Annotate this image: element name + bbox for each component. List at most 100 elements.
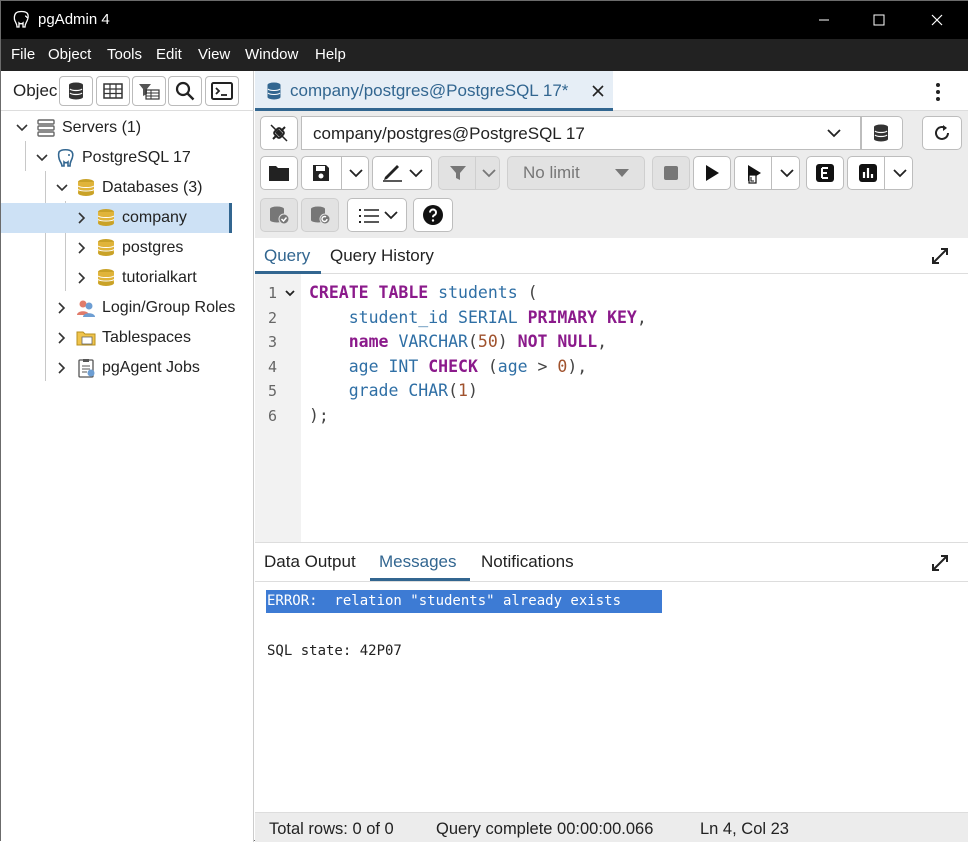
query-toolbar: company/postgres@PostgreSQL 17 No limit	[255, 111, 968, 238]
caret-down-icon	[615, 169, 629, 177]
help-icon	[423, 205, 443, 225]
tab-query-history[interactable]: Query History	[330, 246, 434, 266]
chevron-down-icon	[780, 169, 794, 178]
filtered-rows-button[interactable]	[132, 76, 166, 106]
tree-node-label: PostgreSQL 17	[82, 149, 191, 166]
help-button[interactable]	[413, 198, 453, 232]
fold-chevron-icon[interactable]	[285, 290, 295, 298]
bar-chart-icon	[859, 164, 877, 182]
chevron-down-icon	[384, 211, 398, 220]
code-line: grade CHAR(1)	[348, 381, 478, 400]
pgadmin-window: pgAdmin 4 File Object Tools Edit View Wi…	[0, 0, 968, 842]
search-objects-button[interactable]	[168, 76, 202, 106]
tree-node-label: company	[122, 209, 187, 226]
chevron-right-icon	[58, 302, 66, 314]
open-file-button[interactable]	[260, 156, 298, 190]
menu-bar: File Object Tools Edit View Window Help	[1, 39, 968, 71]
line-number: 1	[267, 284, 277, 302]
refresh-connection-button[interactable]	[922, 116, 962, 150]
chevron-right-icon	[58, 362, 66, 374]
sql-editor[interactable]: 1 2 3 4 5 6 CREATE TABLE students ( stud…	[255, 274, 968, 542]
commit-button[interactable]	[260, 198, 298, 232]
rollback-button[interactable]	[301, 198, 339, 232]
database-commit-icon	[270, 206, 290, 225]
postgresql-elephant-icon	[57, 148, 74, 167]
row-limit-value: No limit	[523, 163, 580, 182]
tree-node-servers[interactable]: Servers (1)	[1, 113, 232, 143]
filter-button[interactable]	[438, 156, 500, 190]
query-tool-tab[interactable]: company/postgres@PostgreSQL 17*	[255, 71, 613, 111]
tree-node-label: pgAgent Jobs	[102, 359, 200, 376]
tree-node-label: Login/Group Roles	[102, 299, 236, 316]
menu-tools[interactable]: Tools	[107, 46, 142, 63]
filter-icon	[450, 166, 466, 180]
stop-button[interactable]	[652, 156, 690, 190]
filter-table-icon	[139, 84, 160, 100]
explain-icon	[816, 164, 834, 182]
close-tab-icon[interactable]	[592, 85, 604, 97]
pencil-icon	[383, 165, 402, 182]
object-explorer: Objec Servers (1) PostgreSQL 17 Database…	[1, 71, 254, 842]
row-limit-select[interactable]: No limit	[507, 156, 645, 190]
tab-data-output[interactable]: Data Output	[264, 552, 356, 572]
status-cursor-position: Ln 4, Col 23	[700, 820, 789, 838]
connection-select[interactable]: company/postgres@PostgreSQL 17	[301, 116, 863, 150]
explain-analyze-button[interactable]	[847, 156, 913, 190]
menu-help[interactable]: Help	[315, 46, 346, 63]
status-query-time: Query complete 00:00:00.066	[436, 820, 654, 838]
view-data-button[interactable]	[96, 76, 130, 106]
macros-button[interactable]	[347, 198, 407, 232]
sql-state-message[interactable]: SQL state: 42P07	[267, 643, 402, 659]
disconnected-plug-icon	[270, 124, 288, 142]
connection-status-button[interactable]	[260, 116, 298, 150]
psql-tool-button[interactable]	[205, 76, 239, 106]
connection-select-value: company/postgres@PostgreSQL 17	[313, 124, 585, 143]
execute-button[interactable]	[693, 156, 731, 190]
menu-edit[interactable]: Edit	[156, 46, 182, 63]
maximize-button[interactable]	[856, 1, 902, 39]
menu-window[interactable]: Window	[245, 46, 298, 63]
chevron-right-icon	[78, 242, 86, 254]
close-window-button[interactable]	[914, 1, 960, 39]
execute-options-button[interactable]	[734, 156, 800, 190]
chevron-down-icon	[409, 169, 423, 178]
explain-button[interactable]	[806, 156, 844, 190]
query-tool-button[interactable]	[59, 76, 93, 106]
maximize-panel-icon[interactable]	[931, 247, 949, 265]
maximize-panel-icon[interactable]	[931, 554, 949, 572]
divider	[884, 157, 885, 189]
menu-view[interactable]: View	[198, 46, 230, 63]
tree-node-postgres[interactable]: postgres	[1, 233, 232, 263]
minimize-button[interactable]	[801, 1, 847, 39]
menu-file[interactable]: File	[11, 46, 35, 63]
tree-node-login-group-roles[interactable]: Login/Group Roles	[1, 293, 254, 323]
tree-node-company[interactable]: company	[1, 203, 232, 233]
messages-panel[interactable]: ERROR: relation "students" already exist…	[255, 582, 968, 812]
tree-node-databases[interactable]: Databases (3)	[1, 173, 232, 203]
code-line: CREATE TABLE students (	[309, 283, 538, 302]
servers-icon	[37, 119, 55, 137]
tree-node-label: postgres	[122, 239, 184, 256]
tree-node-label: Tablespaces	[102, 329, 191, 346]
save-file-button[interactable]	[301, 156, 369, 190]
tab-messages[interactable]: Messages	[379, 552, 456, 572]
edit-menu-button[interactable]	[372, 156, 432, 190]
database-rollback-icon	[311, 206, 331, 225]
tree-node-tablespaces[interactable]: Tablespaces	[1, 323, 232, 353]
line-number: 2	[267, 309, 277, 327]
line-number-gutter: 1 2 3 4 5 6	[255, 274, 301, 542]
chevron-down-icon	[482, 169, 496, 178]
line-number: 3	[267, 333, 277, 351]
new-connection-button[interactable]	[861, 116, 903, 150]
menu-object[interactable]: Object	[48, 46, 91, 63]
more-options-icon[interactable]	[934, 82, 942, 102]
tree-node-tutorialkart[interactable]: tutorialkart	[1, 263, 232, 293]
database-add-icon	[874, 124, 888, 142]
tab-notifications[interactable]: Notifications	[481, 552, 574, 572]
tree-node-postgresql-17[interactable]: PostgreSQL 17	[1, 143, 232, 173]
tablespaces-icon	[76, 331, 96, 346]
tab-query[interactable]: Query	[264, 246, 310, 266]
tree-node-pgagent-jobs[interactable]: pgAgent Jobs	[1, 353, 232, 383]
pgadmin-elephant-icon	[13, 10, 29, 28]
error-message[interactable]: ERROR: relation "students" already exist…	[266, 590, 662, 613]
